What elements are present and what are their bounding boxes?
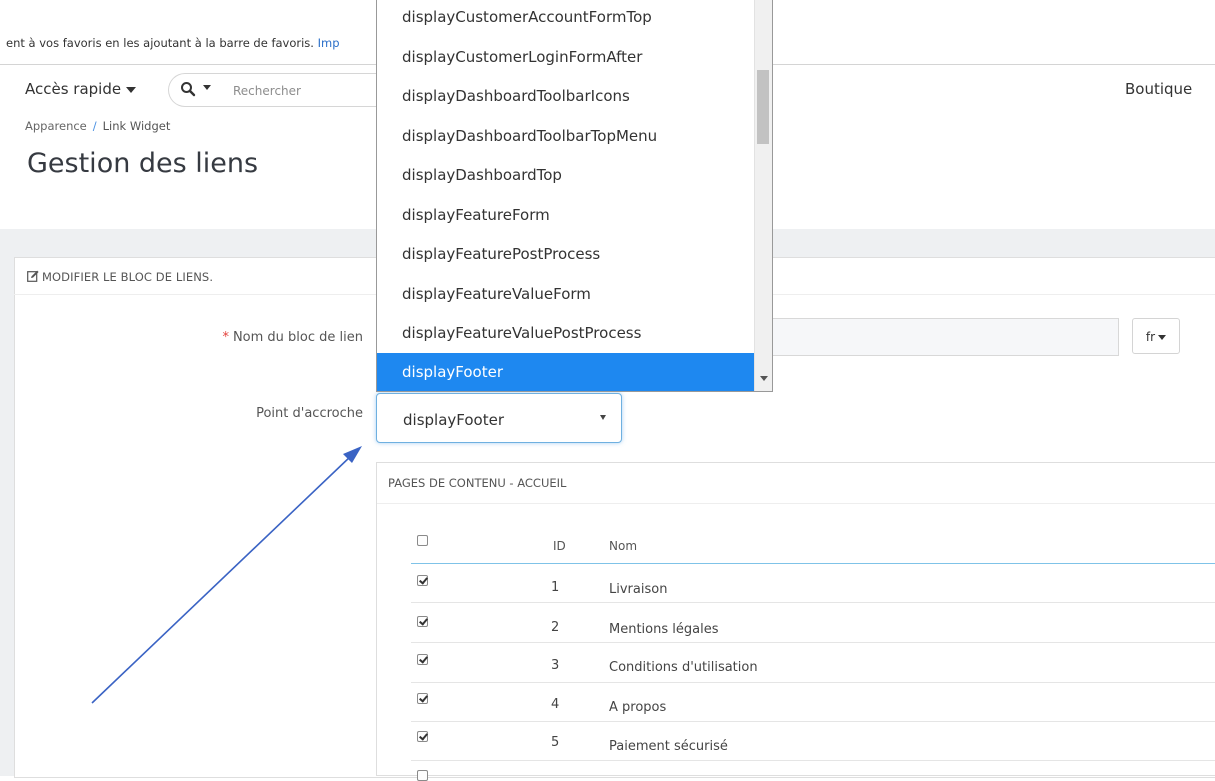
hook-option[interactable]: displayFeaturePostProcess — [377, 235, 754, 275]
row-checkbox[interactable] — [417, 575, 428, 586]
row-id: 5 — [551, 735, 560, 750]
hook-option[interactable]: displayFeatureValuePostProcess — [377, 314, 754, 354]
row-divider — [411, 602, 1215, 603]
row-divider — [411, 721, 1215, 722]
row-id: 1 — [551, 580, 560, 595]
row-checkbox[interactable] — [417, 693, 428, 704]
quick-access-menu[interactable]: Accès rapide — [25, 80, 137, 98]
column-header-name: Nom — [609, 539, 638, 553]
select-all-checkbox[interactable] — [417, 535, 428, 546]
select-arrow-icon — [600, 415, 606, 420]
link-block-name-label: * Nom du bloc de lien — [150, 330, 363, 345]
caret-down-icon — [126, 86, 137, 93]
row-name: Mentions légales — [609, 622, 719, 637]
scroll-down-arrow-icon[interactable] — [760, 376, 768, 381]
link-block-name-input[interactable] — [770, 318, 1119, 356]
hook-label: Point d'accroche — [256, 406, 363, 421]
row-checkbox[interactable] — [417, 731, 428, 742]
search-input[interactable] — [231, 80, 375, 102]
row-id: 3 — [551, 658, 560, 673]
hook-dropdown-list: displayCustomerAccountFormTop displayCus… — [376, 0, 773, 392]
hook-option[interactable]: displayDashboardToolbarIcons — [377, 77, 754, 117]
caret-down-icon — [1158, 335, 1167, 340]
breadcrumb-separator: / — [92, 119, 97, 133]
import-link[interactable]: Imp — [318, 36, 340, 50]
cms-pages-panel: PAGES DE CONTENU - ACCUEIL ID Nom 1 Livr… — [376, 462, 1215, 781]
row-divider — [411, 642, 1215, 643]
hook-select[interactable]: displayFooter — [376, 393, 622, 443]
hook-option-selected[interactable]: displayFooter — [377, 353, 754, 391]
hook-option[interactable]: displayDashboardTop — [377, 156, 754, 196]
hook-option[interactable]: displayDashboardToolbarTopMenu — [377, 117, 754, 157]
search-icon[interactable] — [180, 81, 196, 97]
hook-option[interactable]: displayFeatureValueForm — [377, 275, 754, 315]
hook-option[interactable]: displayCustomerAccountFormTop — [377, 0, 754, 38]
shop-link[interactable]: Boutique — [1125, 80, 1192, 98]
row-id: 4 — [551, 697, 560, 712]
hook-option[interactable]: displayFeatureForm — [377, 196, 754, 236]
row-divider — [411, 682, 1215, 683]
breadcrumb-current: Link Widget — [102, 119, 171, 133]
link-block-name-label-text: Nom du bloc de lien — [232, 330, 363, 345]
row-name: A propos — [609, 700, 667, 715]
breadcrumb: Apparence / Link Widget — [25, 119, 170, 133]
panel-title-text: MODIFIER LE BLOC DE LIENS. — [42, 270, 214, 284]
bookmarks-hint: ent à vos favoris en les ajoutant à la b… — [6, 36, 340, 50]
row-name: Paiement sécurisé — [609, 739, 728, 754]
row-checkbox[interactable] — [417, 616, 428, 627]
panel-title: MODIFIER LE BLOC DE LIENS. — [27, 269, 213, 284]
row-checkbox[interactable] — [417, 654, 428, 665]
cms-panel-heading: PAGES DE CONTENU - ACCUEIL — [377, 463, 1215, 504]
column-header-id: ID — [553, 539, 566, 553]
search-type-caret-icon[interactable] — [203, 85, 211, 90]
hook-option[interactable]: displayCustomerLoginFormAfter — [377, 38, 754, 78]
hook-select-value: displayFooter — [403, 411, 504, 429]
row-name: Conditions d'utilisation — [609, 660, 758, 675]
row-name: Livraison — [609, 582, 668, 597]
page-title: Gestion des liens — [27, 148, 259, 179]
edit-icon — [27, 270, 39, 282]
search-box — [168, 73, 379, 107]
row-divider — [411, 760, 1215, 761]
language-code: fr — [1145, 330, 1156, 344]
dropdown-scrollbar[interactable] — [754, 0, 772, 391]
bookmarks-hint-text: ent à vos favoris en les ajoutant à la b… — [6, 36, 314, 50]
quick-access-label: Accès rapide — [25, 80, 122, 98]
breadcrumb-parent[interactable]: Apparence — [25, 119, 87, 133]
required-marker: * — [222, 330, 229, 345]
cms-panel-title: PAGES DE CONTENU - ACCUEIL — [388, 476, 567, 490]
header-divider — [411, 563, 1215, 564]
row-id: 2 — [551, 620, 560, 635]
scrollbar-thumb[interactable] — [757, 70, 769, 144]
language-selector[interactable]: fr — [1132, 318, 1180, 354]
